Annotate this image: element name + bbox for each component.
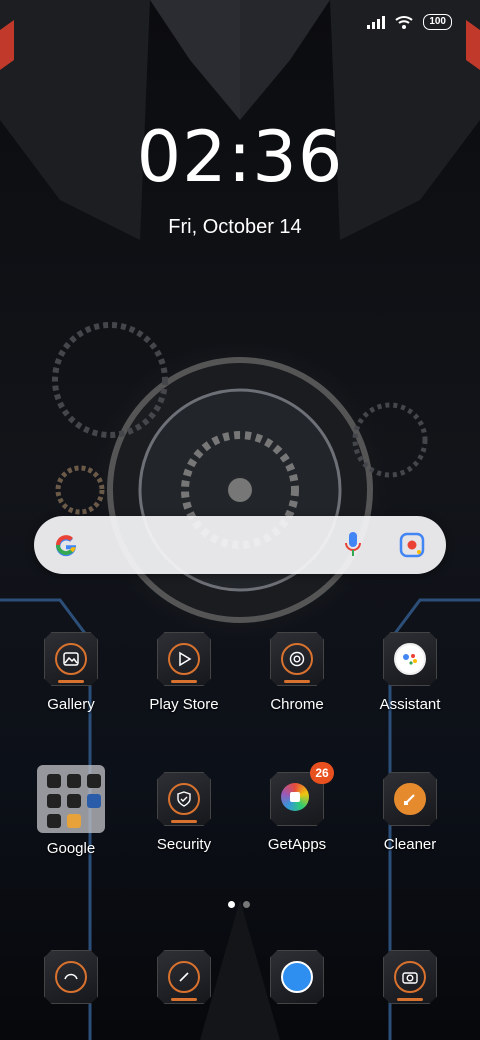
google-search-bar[interactable] xyxy=(34,516,446,574)
app-assistant[interactable]: Assistant xyxy=(355,632,465,713)
signal-icon xyxy=(367,15,386,29)
dock-messages[interactable] xyxy=(242,950,352,1004)
microphone-icon[interactable] xyxy=(344,531,362,559)
status-bar: 100 xyxy=(367,14,452,30)
app-play-store[interactable]: Play Store xyxy=(129,632,239,713)
dock-camera[interactable] xyxy=(355,950,465,1004)
google-lens-icon[interactable] xyxy=(399,532,425,558)
app-chrome[interactable]: Chrome xyxy=(242,632,352,713)
page-dot-active xyxy=(228,901,235,908)
compass-icon xyxy=(157,950,211,1004)
app-folder-google[interactable]: Google xyxy=(16,765,126,857)
wifi-icon xyxy=(395,16,413,29)
dock-phone[interactable] xyxy=(16,950,126,1004)
app-label: Cleaner xyxy=(383,836,437,853)
brush-icon xyxy=(383,772,437,826)
assistant-icon xyxy=(383,632,437,686)
app-label: Google xyxy=(46,840,96,857)
app-label: Assistant xyxy=(379,696,441,713)
folder-icon xyxy=(37,765,105,833)
play-store-icon xyxy=(157,632,211,686)
google-g-icon xyxy=(56,535,77,557)
app-getapps[interactable]: 26 GetApps xyxy=(242,762,352,853)
phone-icon xyxy=(44,950,98,1004)
page-dot xyxy=(243,901,250,908)
dock-compass[interactable] xyxy=(129,950,239,1004)
app-cleaner[interactable]: Cleaner xyxy=(355,772,465,853)
app-label: GetApps xyxy=(267,836,327,853)
app-security[interactable]: Security xyxy=(129,772,239,853)
chrome-icon xyxy=(270,632,324,686)
shield-icon xyxy=(157,772,211,826)
messages-icon xyxy=(270,950,324,1004)
camera-icon xyxy=(383,950,437,1004)
image-icon xyxy=(44,632,98,686)
page-indicator[interactable] xyxy=(228,901,250,908)
date-label[interactable]: Fri, October 14 xyxy=(0,216,470,239)
app-label: Gallery xyxy=(47,696,95,713)
app-label: Chrome xyxy=(270,696,324,713)
notification-badge: 26 xyxy=(310,762,334,784)
app-label: Play Store xyxy=(149,696,219,713)
app-gallery[interactable]: Gallery xyxy=(16,632,126,713)
clock-time: 02:36 xyxy=(136,116,344,198)
battery-indicator: 100 xyxy=(423,14,452,30)
app-label: Security xyxy=(156,836,212,853)
